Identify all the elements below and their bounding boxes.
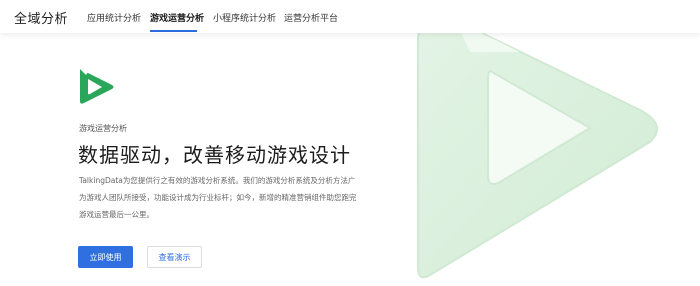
description-line: TalkingData为您提供行之有效的游戏分析系统。我们的游戏分析系统及分析方…: [79, 176, 356, 185]
description-line: 游戏运营最后一公里。: [79, 210, 154, 219]
nav-item-game-analytics[interactable]: 游戏运营分析: [150, 11, 204, 24]
hero-description: TalkingData为您提供行之有效的游戏分析系统。我们的游戏分析系统及分析方…: [79, 172, 379, 223]
brand-title[interactable]: 全域分析: [14, 8, 68, 27]
top-navigation-bar: 全域分析 应用统计分析 游戏运营分析 小程序统计分析 运营分析平台: [0, 0, 700, 33]
nav-item-miniprogram-analytics[interactable]: 小程序统计分析: [213, 11, 276, 24]
active-tab-indicator: [150, 30, 197, 32]
hero-headline: 数据驱动，改善移动游戏设计: [78, 143, 351, 167]
description-line: 为游戏人团队所接受，功能设计成为行业标杆；如今，新增的精准营销组件助您跑完: [79, 193, 357, 202]
view-demo-button[interactable]: 查看演示: [147, 246, 202, 268]
nav-item-operations-platform[interactable]: 运营分析平台: [284, 11, 338, 24]
nav-item-app-analytics[interactable]: 应用统计分析: [87, 11, 141, 24]
use-now-button[interactable]: 立即使用: [78, 246, 133, 268]
game-analytics-logo-icon: [80, 69, 114, 104]
section-eyebrow: 游戏运营分析: [79, 124, 127, 133]
